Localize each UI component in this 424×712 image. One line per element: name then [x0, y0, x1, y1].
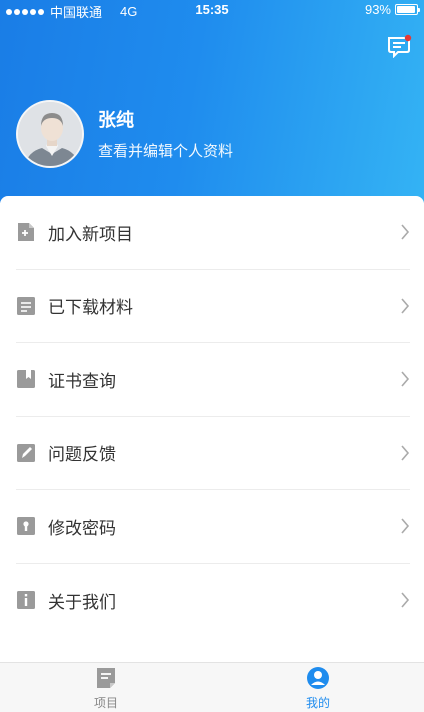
user-icon — [307, 667, 329, 689]
tab-mine[interactable]: 我的 — [212, 663, 424, 712]
tab-label: 我的 — [305, 696, 330, 710]
menu-item-label: 已下载材料 — [48, 298, 133, 318]
menu-item-about-us[interactable]: 关于我们 — [16, 564, 410, 638]
menu-item-label: 证书查询 — [48, 371, 116, 391]
chevron-right-icon — [401, 592, 410, 608]
message-icon[interactable] — [386, 34, 412, 59]
profile-header: 中国联通 4G 15:35 93% 张纯 查看并编辑个人资料 — [0, 0, 424, 203]
status-right: 93% — [364, 2, 420, 17]
bookmark-icon — [17, 370, 35, 389]
clock: 15:35 — [195, 2, 229, 17]
menu-item-join-project[interactable]: 加入新项目 — [16, 196, 410, 270]
battery-fill — [397, 6, 415, 13]
add-document-icon — [18, 223, 34, 242]
chevron-right-icon — [401, 518, 410, 534]
menu-item-change-password[interactable]: 修改密码 — [16, 490, 410, 564]
battery-percent: 93% — [364, 2, 391, 17]
menu-item-feedback[interactable]: 问题反馈 — [16, 417, 410, 490]
tab-label: 项目 — [93, 696, 118, 710]
menu-item-label: 加入新项目 — [48, 224, 133, 244]
menu-item-label: 关于我们 — [48, 592, 116, 612]
avatar[interactable] — [16, 100, 84, 168]
edit-icon — [17, 443, 35, 462]
edit-profile-link[interactable]: 查看并编辑个人资料 — [98, 140, 233, 161]
menu-item-downloaded-materials[interactable]: 已下载材料 — [16, 270, 410, 343]
battery-icon — [395, 4, 420, 15]
document-icon — [17, 296, 35, 315]
menu-item-certificate-query[interactable]: 证书查询 — [16, 343, 410, 417]
menu-item-label: 修改密码 — [48, 518, 116, 538]
chevron-right-icon — [401, 371, 410, 387]
project-icon — [97, 668, 115, 688]
chevron-right-icon — [401, 298, 410, 314]
profile-card[interactable]: 张纯 查看并编辑个人资料 — [16, 100, 233, 168]
info-icon — [17, 591, 35, 610]
chevron-right-icon — [401, 445, 410, 461]
bottom-tab-bar: 项目 我的 — [0, 662, 424, 712]
chevron-right-icon — [401, 224, 410, 240]
menu-item-label: 问题反馈 — [48, 445, 116, 465]
unread-badge — [404, 34, 412, 42]
tab-projects[interactable]: 项目 — [0, 663, 212, 712]
user-name: 张纯 — [98, 109, 134, 130]
settings-menu: 加入新项目 已下载材料 证书查询 问题反馈 修改密码 关于我们 — [0, 196, 424, 662]
lock-icon — [17, 517, 35, 536]
status-bar: 中国联通 4G 15:35 93% — [0, 0, 424, 22]
